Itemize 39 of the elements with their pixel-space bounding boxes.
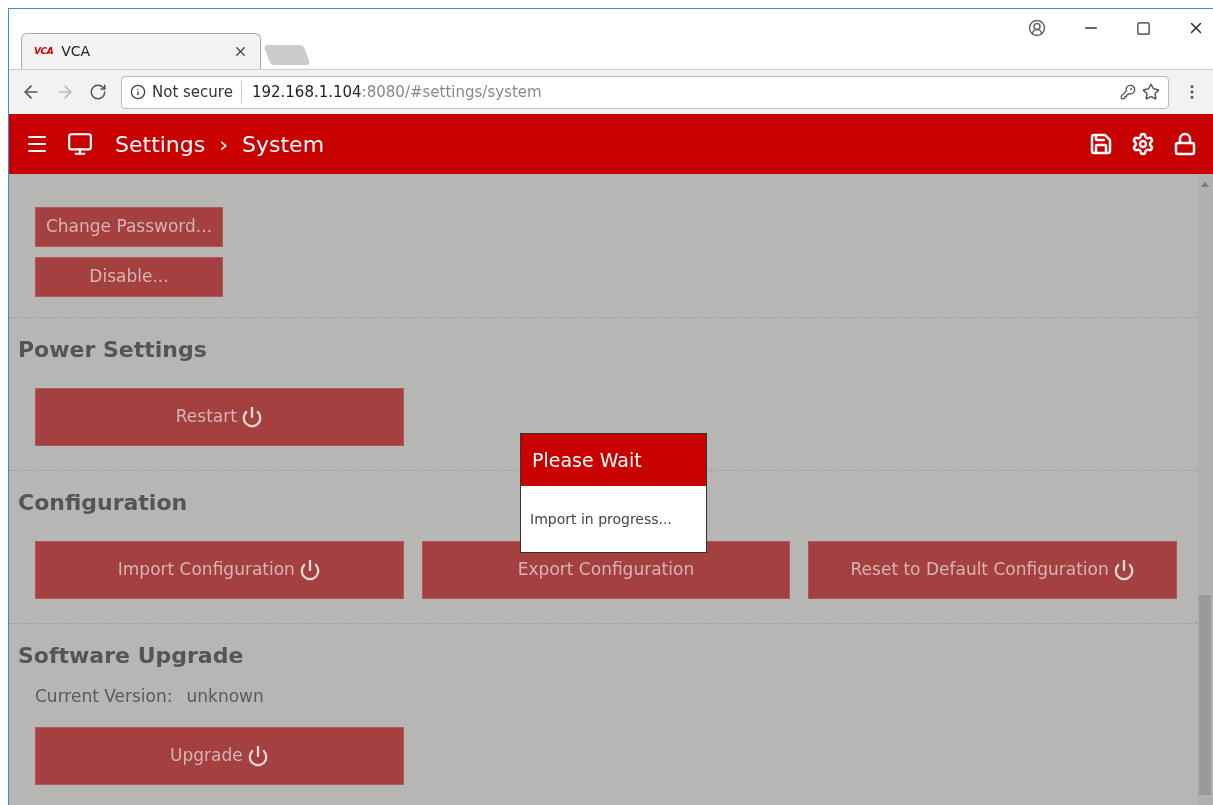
breadcrumb-item[interactable]: Settings [115,127,206,161]
dialog-title: Please Wait [521,434,706,486]
action-button[interactable]: Export Configuration [421,541,791,599]
power-icon [1112,559,1135,581]
power-icon [298,559,321,581]
action-button[interactable]: Reset to Default Configuration [808,541,1177,599]
lock-icon[interactable] [1173,132,1197,156]
reload-icon[interactable] [89,83,107,101]
section-title: Power Settings [18,336,207,364]
dialog-message: Import in progress... [529,509,673,529]
maximize-icon[interactable] [1136,20,1151,36]
breadcrumb-separator: › [219,130,229,159]
action-button[interactable]: Change Password... [35,207,223,247]
save-icon[interactable] [1089,132,1113,156]
monitor-icon[interactable] [67,131,93,157]
profile-icon[interactable] [1028,19,1046,37]
action-button[interactable]: Disable... [35,257,223,297]
power-icon [240,406,263,428]
action-button[interactable]: Upgrade [35,726,404,785]
security-label: Not secure [152,80,242,104]
section-title: Software Upgrade [18,642,244,670]
version-value: unknown [186,685,264,708]
breadcrumb-item: System [242,130,325,159]
scrollbar[interactable] [1197,174,1213,805]
close-icon[interactable] [233,44,248,59]
power-icon [246,744,269,767]
action-button[interactable]: Restart [35,388,404,446]
version-label: Current Version: [35,685,173,708]
section-title: Configuration [18,489,188,517]
address-bar[interactable]: Not secure 192.168.1.104:8080/#settings/system [121,75,1169,109]
action-button[interactable]: Import Configuration [35,541,404,599]
key-icon[interactable] [1120,84,1136,100]
star-icon[interactable] [1142,83,1160,101]
url-text: 192.168.1.104:8080/#settings/system [250,81,543,103]
tab-title: VCA [61,42,92,61]
settings-icon[interactable] [1131,132,1155,156]
info-icon [130,84,146,100]
tab-logo: VCA [34,44,54,58]
browser-tab[interactable]: VCA VCA [21,33,261,69]
